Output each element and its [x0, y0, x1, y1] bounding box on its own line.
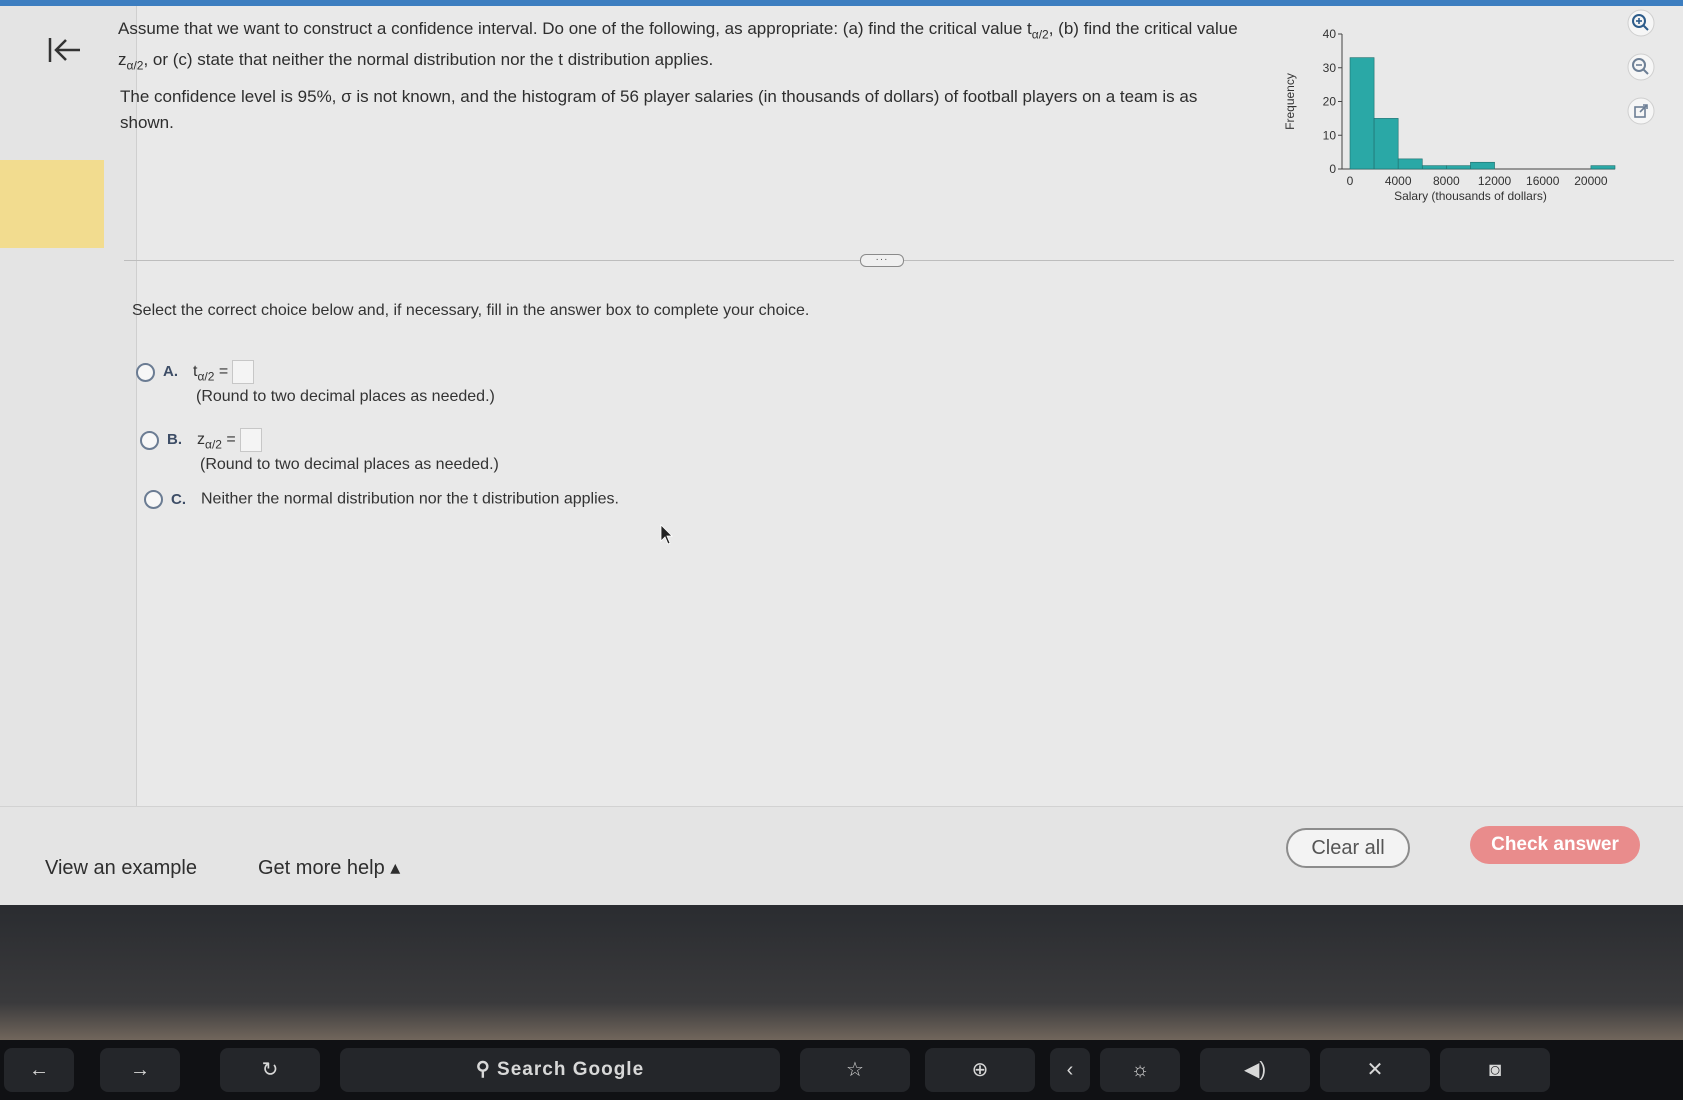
collapse-chevron-icon[interactable]: ‹: [1050, 1048, 1090, 1092]
choice-b[interactable]: B. zα/2 =: [140, 428, 262, 452]
brightness-icon[interactable]: ☼: [1100, 1048, 1180, 1092]
search-icon: ⚲: [475, 1059, 491, 1080]
y-tick-label: 0: [1329, 162, 1336, 176]
radio-button[interactable]: [136, 362, 155, 382]
x-tick-label: 12000: [1478, 174, 1512, 188]
reload-icon[interactable]: ↻: [220, 1048, 320, 1092]
histogram-bar: [1349, 57, 1375, 170]
app-window: Assume that we want to construct a confi…: [0, 0, 1683, 905]
screenshot-icon[interactable]: ◙: [1440, 1048, 1550, 1092]
view-example-link[interactable]: View an example: [45, 857, 197, 880]
new-tab-icon[interactable]: ⊕: [925, 1048, 1035, 1092]
y-axis-label: Frequency: [1283, 73, 1297, 130]
mute-icon[interactable]: ✕: [1320, 1048, 1430, 1092]
answer-box-z[interactable]: [239, 428, 262, 452]
equals-sign: =: [226, 431, 236, 449]
choice-c[interactable]: C. Neither the normal distribution nor th…: [144, 490, 619, 509]
top-accent-bar: [0, 0, 1683, 6]
choice-variable: z: [197, 431, 205, 449]
zoom-out-icon[interactable]: [1626, 52, 1656, 82]
current-question-marker[interactable]: [0, 160, 104, 248]
volume-icon[interactable]: ◀): [1200, 1048, 1310, 1092]
histogram-bar: [1373, 118, 1399, 170]
instruction-text: Select the correct choice below and, if …: [132, 302, 810, 319]
x-tick-label: 8000: [1433, 174, 1460, 188]
equals-sign: =: [218, 363, 229, 381]
subscript: α/2: [126, 58, 144, 73]
forward-arrow-icon[interactable]: →: [100, 1048, 180, 1092]
question-part1-c: , or (c) state that neither the normal d…: [143, 50, 714, 70]
choice-letter: C.: [171, 490, 186, 508]
histogram-bar: [1590, 165, 1616, 170]
bookmark-star-icon[interactable]: ☆: [800, 1048, 910, 1092]
choice-letter: A.: [163, 363, 178, 381]
subscript: α/2: [205, 437, 222, 452]
answer-box-t[interactable]: [232, 360, 255, 384]
x-tick-label: 20000: [1574, 174, 1608, 188]
question-text: Assume that we want to construct a confi…: [118, 16, 1268, 79]
radio-button[interactable]: [144, 490, 163, 509]
bottom-bar: [0, 806, 1683, 905]
y-tick-label: 20: [1323, 95, 1337, 109]
histogram-bar: [1446, 165, 1471, 170]
rounding-note: (Round to two decimal places as needed.): [200, 456, 499, 473]
subscript: α/2: [197, 369, 215, 384]
back-arrow-icon[interactable]: ←: [4, 1048, 74, 1092]
histogram-bar: [1421, 165, 1447, 170]
subscript: α/2: [1031, 27, 1049, 42]
question-part1-a: Assume that we want to construct a confi…: [118, 19, 1032, 38]
zoom-in-icon[interactable]: [1626, 8, 1656, 38]
left-rail: [0, 6, 137, 806]
salary-histogram: 0 10 20 30 40 0 4000 8000 12000 16000 20000 Salary …: [1283, 27, 1616, 203]
expand-handle[interactable]: ···: [860, 254, 904, 267]
y-tick-label: 10: [1323, 128, 1337, 142]
check-answer-button[interactable]: Check answer: [1470, 826, 1640, 864]
choice-a[interactable]: A. tα/2 =: [136, 360, 255, 384]
x-tick-label: 16000: [1526, 174, 1560, 188]
question-context: The confidence level is 95%, σ is not kn…: [120, 87, 1198, 132]
clear-all-button[interactable]: Clear all: [1286, 828, 1410, 868]
touch-bar-search[interactable]: ⚲ Search Google: [340, 1048, 780, 1092]
choice-text: Neither the normal distribution nor the …: [201, 490, 619, 508]
back-to-start-icon[interactable]: [44, 32, 84, 72]
choice-letter: B.: [167, 431, 182, 449]
radio-button[interactable]: [140, 430, 159, 450]
touch-bar-search-label: Search Google: [497, 1059, 645, 1080]
x-tick-label: 4000: [1385, 174, 1412, 188]
histogram-bar: [1397, 158, 1423, 170]
mouse-cursor-icon: [660, 524, 673, 545]
y-tick-label: 30: [1323, 61, 1337, 75]
y-tick-label: 40: [1323, 27, 1337, 41]
get-more-help-link[interactable]: Get more help ▴: [258, 855, 400, 880]
rounding-note: (Round to two decimal places as needed.): [196, 388, 495, 405]
histogram-bar: [1470, 161, 1495, 170]
x-axis-label: Salary (thousands of dollars): [1394, 189, 1547, 203]
x-tick-label: 0: [1347, 174, 1354, 188]
open-external-icon[interactable]: [1626, 96, 1656, 126]
